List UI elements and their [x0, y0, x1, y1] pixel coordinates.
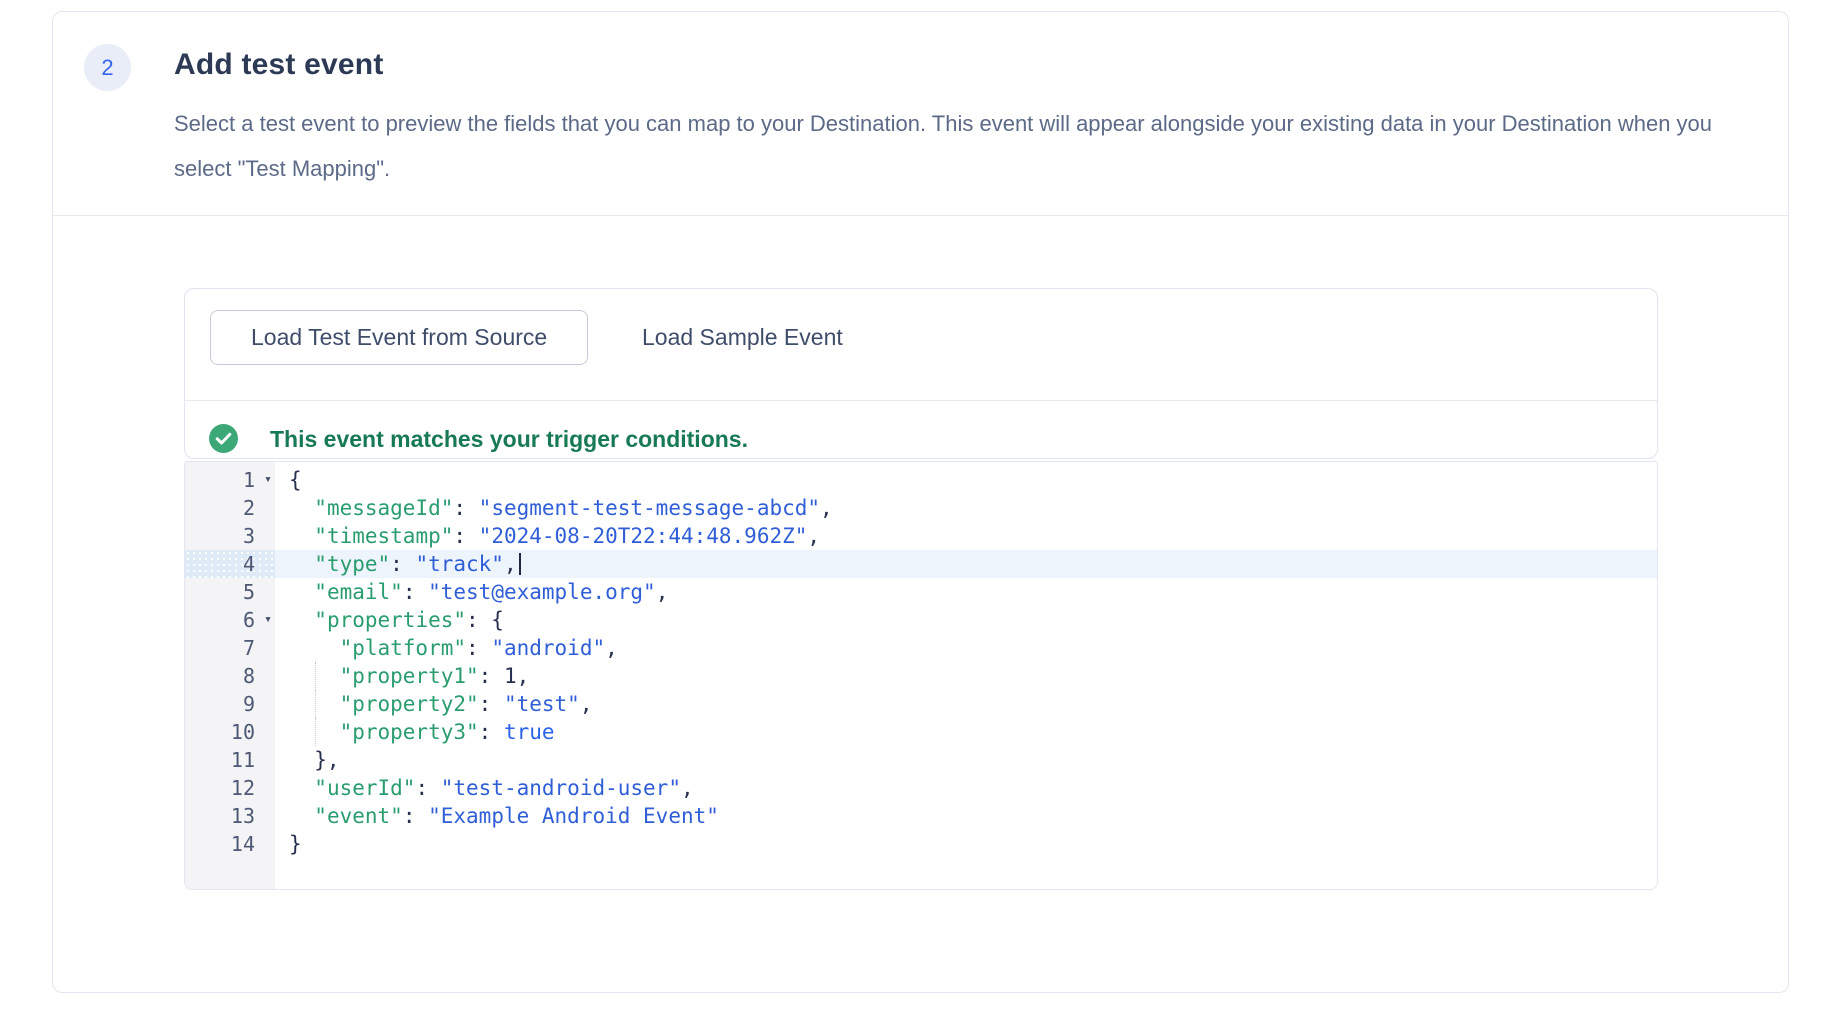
code-line-content: "property3": true	[275, 718, 1657, 746]
code-line-content: "platform": "android",	[275, 634, 1657, 662]
add-test-event-screen: 2 Add test event Select a test event to …	[0, 0, 1822, 1036]
line-number: 3	[185, 522, 275, 550]
code-line-12[interactable]: 12 "userId": "test-android-user",	[185, 774, 1657, 802]
step-number-badge: 2	[84, 44, 131, 91]
card-divider	[185, 400, 1657, 401]
line-number: 5	[185, 578, 275, 606]
code-line-content: },	[275, 746, 1657, 774]
step-number: 2	[101, 55, 113, 81]
line-number: 13	[185, 802, 275, 830]
load-test-event-label: Load Test Event from Source	[251, 324, 547, 351]
code-line-5[interactable]: 5 "email": "test@example.org",	[185, 578, 1657, 606]
step-card: 2 Add test event Select a test event to …	[52, 11, 1789, 993]
code-line-11[interactable]: 11 },	[185, 746, 1657, 774]
line-number: 11	[185, 746, 275, 774]
code-line-4[interactable]: 4 "type": "track",	[185, 550, 1657, 578]
line-number: 2	[185, 494, 275, 522]
step-description: Select a test event to preview the field…	[174, 101, 1759, 191]
line-number: 14	[185, 830, 275, 858]
json-code-editor[interactable]: 1▾{2 "messageId": "segment-test-message-…	[184, 461, 1658, 890]
check-circle-icon	[209, 424, 238, 453]
load-test-event-button[interactable]: Load Test Event from Source	[210, 310, 588, 365]
code-line-3[interactable]: 3 "timestamp": "2024-08-20T22:44:48.962Z…	[185, 522, 1657, 550]
line-number: 7	[185, 634, 275, 662]
code-line-2[interactable]: 2 "messageId": "segment-test-message-abc…	[185, 494, 1657, 522]
code-line-10[interactable]: 10 "property3": true	[185, 718, 1657, 746]
line-number: 9	[185, 690, 275, 718]
code-lines: 1▾{2 "messageId": "segment-test-message-…	[185, 462, 1657, 858]
code-line-content: "timestamp": "2024-08-20T22:44:48.962Z",	[275, 522, 1657, 550]
code-line-1[interactable]: 1▾{	[185, 466, 1657, 494]
page-title: Add test event	[174, 46, 384, 84]
load-sample-event-label: Load Sample Event	[642, 324, 843, 351]
code-line-content: "property2": "test",	[275, 690, 1657, 718]
code-line-content: "email": "test@example.org",	[275, 578, 1657, 606]
line-number: 12	[185, 774, 275, 802]
code-line-8[interactable]: 8 "property1": 1,	[185, 662, 1657, 690]
code-line-content: "property1": 1,	[275, 662, 1657, 690]
line-number: 10	[185, 718, 275, 746]
load-sample-event-button[interactable]: Load Sample Event	[632, 310, 853, 365]
code-line-content: "userId": "test-android-user",	[275, 774, 1657, 802]
trigger-match-message: This event matches your trigger conditio…	[270, 425, 748, 453]
code-line-14[interactable]: 14}	[185, 830, 1657, 858]
line-number: 1▾	[185, 466, 275, 494]
code-line-content: }	[275, 830, 1657, 858]
code-line-6[interactable]: 6▾ "properties": {	[185, 606, 1657, 634]
test-event-card: Load Test Event from Source Load Sample …	[184, 288, 1658, 459]
fold-arrow-icon[interactable]: ▾	[264, 606, 272, 634]
code-line-content: "type": "track",	[275, 550, 1657, 578]
line-number: 6▾	[185, 606, 275, 634]
code-line-13[interactable]: 13 "event": "Example Android Event"	[185, 802, 1657, 830]
code-line-content: "messageId": "segment-test-message-abcd"…	[275, 494, 1657, 522]
code-line-content: "event": "Example Android Event"	[275, 802, 1657, 830]
code-line-9[interactable]: 9 "property2": "test",	[185, 690, 1657, 718]
code-line-content: "properties": {	[275, 606, 1657, 634]
code-line-7[interactable]: 7 "platform": "android",	[185, 634, 1657, 662]
text-cursor	[519, 553, 521, 575]
line-number: 8	[185, 662, 275, 690]
header-divider	[53, 215, 1788, 216]
fold-arrow-icon[interactable]: ▾	[264, 466, 272, 494]
code-line-content: {	[275, 466, 1657, 494]
line-number: 4	[185, 550, 275, 578]
